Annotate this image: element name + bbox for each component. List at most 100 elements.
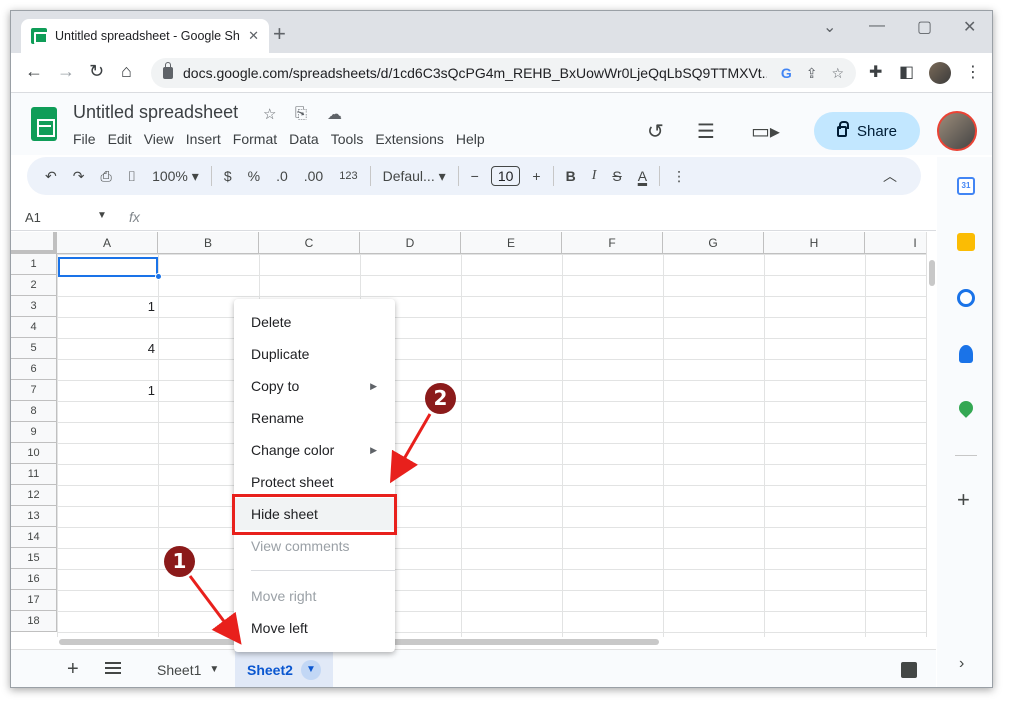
sheets-logo-icon[interactable]: [31, 107, 57, 141]
menu-item-move-left[interactable]: Move left: [234, 612, 395, 644]
forward-button[interactable]: →: [57, 61, 75, 82]
more-formats-button[interactable]: 123: [331, 170, 365, 182]
tasks-icon[interactable]: [957, 289, 975, 307]
cell-a7[interactable]: 1: [57, 380, 155, 401]
menu-format[interactable]: Format: [227, 129, 283, 149]
fill-handle[interactable]: [155, 273, 162, 280]
cell-area[interactable]: 1 4 1: [57, 254, 926, 637]
row-header-1[interactable]: 1: [11, 254, 57, 275]
row-header-2[interactable]: 2: [11, 275, 57, 296]
close-tab-icon[interactable]: ✕: [248, 28, 259, 44]
menu-edit[interactable]: Edit: [102, 129, 138, 149]
menu-tools[interactable]: Tools: [325, 129, 370, 149]
row-header-18[interactable]: 18: [11, 611, 57, 632]
more-toolbar-icon[interactable]: ⋮: [664, 168, 694, 185]
decrease-decimal-button[interactable]: .0: [268, 168, 296, 184]
column-header-d[interactable]: D: [360, 232, 461, 254]
menu-item-rename[interactable]: Rename: [234, 402, 395, 434]
collapse-menus-icon[interactable]: ︿: [869, 166, 911, 186]
name-box-dropdown-icon[interactable]: ▼: [97, 210, 107, 221]
zoom-select[interactable]: 100% ▾: [144, 168, 207, 185]
back-button[interactable]: ←: [25, 61, 43, 82]
row-header-6[interactable]: 6: [11, 359, 57, 380]
column-header-f[interactable]: F: [562, 232, 663, 254]
version-history-icon[interactable]: ↺: [647, 119, 664, 144]
increase-font-size-button[interactable]: +: [524, 168, 548, 184]
column-header-i[interactable]: I: [865, 232, 926, 254]
menu-help[interactable]: Help: [450, 129, 491, 149]
menu-item-change-color[interactable]: Change color ▶: [234, 434, 395, 466]
all-sheets-icon[interactable]: [105, 662, 121, 674]
vertical-scrollbar[interactable]: [926, 232, 936, 637]
sheet-tab-sheet2[interactable]: Sheet2 ▼: [235, 650, 333, 687]
meet-video-icon[interactable]: ▭▸: [751, 119, 780, 144]
share-button[interactable]: Share: [814, 112, 920, 150]
menu-item-copy-to[interactable]: Copy to ▶: [234, 370, 395, 402]
comments-icon[interactable]: ☰: [697, 119, 715, 144]
add-sheet-button[interactable]: +: [67, 658, 79, 681]
strikethrough-button[interactable]: S: [604, 168, 629, 184]
increase-decimal-button[interactable]: .00: [296, 168, 331, 184]
row-header-13[interactable]: 13: [11, 506, 57, 527]
tab-search-icon[interactable]: ⌄: [823, 17, 836, 37]
column-header-c[interactable]: C: [259, 232, 360, 254]
side-panel-icon[interactable]: ◧: [899, 62, 914, 82]
minimize-button[interactable]: —: [869, 17, 885, 35]
browser-profile-avatar[interactable]: [929, 62, 951, 84]
spreadsheet-grid[interactable]: ABCDEFGHI 1 2 3 4 5 6 7 8 9 10 11 12 13 14 15 16 17 18 14…: [11, 232, 926, 637]
browser-menu-icon[interactable]: ⋮: [965, 62, 981, 82]
share-page-icon[interactable]: ⇪: [806, 65, 818, 82]
menu-insert[interactable]: Insert: [180, 129, 227, 149]
account-avatar[interactable]: [937, 111, 977, 151]
currency-format-button[interactable]: $: [216, 168, 240, 184]
row-header-15[interactable]: 15: [11, 548, 57, 569]
maps-icon[interactable]: [956, 398, 976, 418]
row-header-10[interactable]: 10: [11, 443, 57, 464]
google-lens-icon[interactable]: G: [781, 65, 792, 81]
column-header-b[interactable]: B: [158, 232, 259, 254]
name-box[interactable]: A1: [25, 210, 41, 225]
row-header-16[interactable]: 16: [11, 569, 57, 590]
keep-icon[interactable]: [957, 233, 975, 251]
bookmark-star-icon[interactable]: ☆: [831, 65, 844, 82]
maximize-button[interactable]: ▢: [917, 17, 932, 37]
undo-icon[interactable]: ↶: [37, 168, 65, 185]
text-color-button[interactable]: A: [630, 168, 655, 184]
row-header-5[interactable]: 5: [11, 338, 57, 359]
menu-data[interactable]: Data: [283, 129, 325, 149]
reload-button[interactable]: ↻: [89, 61, 104, 82]
percent-format-button[interactable]: %: [240, 168, 268, 184]
new-tab-button[interactable]: +: [273, 23, 286, 45]
menu-extensions[interactable]: Extensions: [369, 129, 449, 149]
row-header-11[interactable]: 11: [11, 464, 57, 485]
menu-item-duplicate[interactable]: Duplicate: [234, 338, 395, 370]
menu-file[interactable]: File: [67, 129, 102, 149]
row-header-9[interactable]: 9: [11, 422, 57, 443]
cell-a3[interactable]: 1: [57, 296, 155, 317]
calendar-icon[interactable]: 31: [957, 177, 975, 195]
menu-item-delete[interactable]: Delete: [234, 306, 395, 338]
lock-icon[interactable]: [163, 62, 173, 79]
row-header-14[interactable]: 14: [11, 527, 57, 548]
row-header-17[interactable]: 17: [11, 590, 57, 611]
column-header-a[interactable]: A: [57, 232, 158, 254]
row-header-8[interactable]: 8: [11, 401, 57, 422]
get-addons-icon[interactable]: +: [957, 487, 970, 513]
move-folder-icon[interactable]: ⎘: [295, 105, 307, 122]
decrease-font-size-button[interactable]: −: [463, 168, 487, 184]
paint-format-icon[interactable]: ⌷: [120, 168, 144, 185]
contacts-icon[interactable]: [959, 345, 973, 363]
horizontal-scrollbar[interactable]: [57, 637, 926, 647]
close-window-button[interactable]: ✕: [963, 17, 976, 37]
italic-button[interactable]: I: [584, 168, 605, 184]
column-header-h[interactable]: H: [764, 232, 865, 254]
select-all-corner[interactable]: [11, 232, 57, 254]
selected-cell-a1[interactable]: [58, 257, 158, 277]
home-button[interactable]: ⌂: [121, 61, 132, 82]
document-title[interactable]: Untitled spreadsheet: [73, 102, 238, 123]
star-icon[interactable]: ☆: [263, 105, 276, 123]
column-header-e[interactable]: E: [461, 232, 562, 254]
extensions-puzzle-icon[interactable]: ✚: [869, 62, 882, 82]
row-header-3[interactable]: 3: [11, 296, 57, 317]
cell-a5[interactable]: 4: [57, 338, 155, 359]
